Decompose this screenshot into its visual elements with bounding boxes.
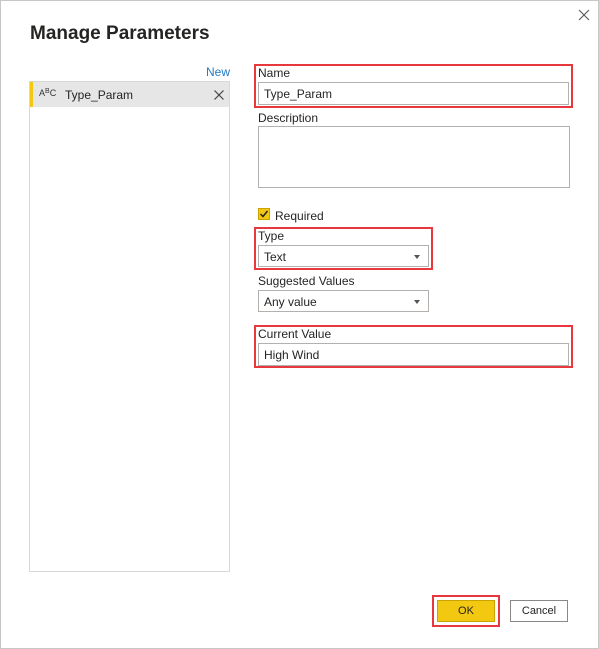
parameter-list: ABC Type_Param [29, 81, 230, 572]
required-label: Required [275, 209, 324, 223]
dialog-title: Manage Parameters [30, 23, 210, 44]
close-icon[interactable] [575, 6, 593, 24]
cancel-button[interactable]: Cancel [510, 600, 568, 622]
required-checkbox[interactable] [258, 208, 270, 220]
suggested-values-select-value: Any value [264, 295, 317, 309]
parameter-name-label: Type_Param [65, 88, 134, 102]
ok-button[interactable]: OK [437, 600, 495, 622]
suggested-values-select[interactable]: Any value [258, 290, 429, 312]
chevron-down-icon [414, 300, 420, 304]
current-value-label: Current Value [258, 327, 332, 341]
close-icon[interactable] [213, 88, 225, 100]
type-label: Type [258, 229, 285, 243]
text-type-icon: ABC [39, 88, 57, 98]
description-field[interactable] [258, 126, 570, 188]
parameter-list-item[interactable]: ABC Type_Param [30, 82, 229, 107]
description-label: Description [258, 111, 319, 125]
name-input[interactable] [258, 82, 569, 105]
new-parameter-link[interactable]: New [206, 65, 230, 79]
suggested-values-label: Suggested Values [258, 274, 355, 288]
chevron-down-icon [414, 255, 420, 259]
name-label: Name [258, 66, 291, 80]
type-select[interactable]: Text [258, 245, 429, 267]
current-value-input[interactable] [258, 343, 569, 366]
manage-parameters-dialog: Manage Parameters New ABC Type_Param Nam… [0, 0, 599, 649]
type-select-value: Text [264, 250, 287, 264]
